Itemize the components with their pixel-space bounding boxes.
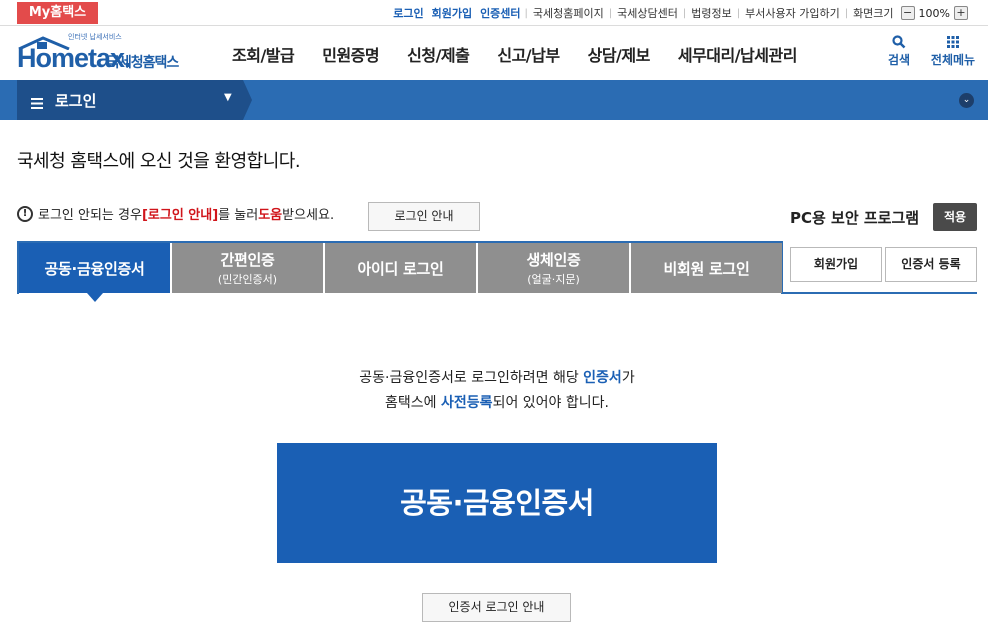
signup-link[interactable]: 회원가입 [428, 5, 476, 21]
pc-security-label: PC용 보안 프로그램 [790, 209, 920, 227]
nts-counsel-link[interactable]: 국세상담센터 [612, 5, 683, 21]
tab-joint-financial-cert[interactable]: 공동·금융인증서 [19, 243, 170, 293]
cert-login-guide-button[interactable]: 인증서 로그인 안내 [422, 593, 571, 622]
cert-center-link[interactable]: 인증센터 [476, 5, 524, 21]
description-text: 가 [621, 370, 635, 386]
utility-links: 로그인 회원가입 인증센터 | 국세청홈페이지 | 국세상담센터 | 법령정보 … [389, 0, 970, 26]
nav-inquiry-issue[interactable]: 조회/발급 [232, 42, 295, 66]
login-link[interactable]: 로그인 [389, 5, 427, 21]
header: 인터넷 납세서비스 Hometax. 국세청홈택스 조회/발급 민원증명 신청/… [0, 27, 988, 80]
all-menu-label: 전체메뉴 [930, 53, 976, 67]
welcome-heading: 국세청 홈택스에 오신 것을 환영합니다. [17, 151, 301, 172]
help-text: 도움 [258, 208, 283, 223]
grid-menu-icon [947, 36, 959, 48]
tab-label: 아이디 로그인 [357, 259, 444, 278]
cert-description: 공동·금융인증서로 로그인하려면 해당 인증서가 홈택스에 사전등록되어 있어야… [0, 366, 988, 416]
apply-button[interactable]: 적용 [933, 203, 977, 231]
dept-user-signup-link[interactable]: 부서사용자 가입하기 [740, 5, 845, 21]
description-text: 되어 있어야 합니다. [492, 395, 609, 411]
login-guide-button[interactable]: 로그인 안내 [368, 202, 480, 231]
all-menu-button[interactable]: 전체메뉴 [926, 35, 980, 68]
cert-login-button[interactable]: 공동·금융인증서 [277, 443, 717, 563]
tab-label: 공동·금융인증서 [44, 259, 145, 278]
logo-korean: 국세청홈택스 [107, 55, 179, 71]
tab-sublabel: (얼굴·지문) [527, 273, 580, 286]
login-notice: ! 로그인 안되는 경우 [로그인 안내] 를 눌러 도움 받으세요. [17, 204, 334, 223]
nav-tax-agent[interactable]: 세무대리/납세관리 [678, 42, 798, 66]
tab-simple-auth[interactable]: 간편인증 (민간인증서) [172, 243, 323, 293]
tab-label: 간편인증 [220, 251, 275, 269]
search-button[interactable]: 검색 [884, 35, 914, 68]
hometax-logo[interactable]: 인터넷 납세서비스 Hometax. 국세청홈택스 [17, 32, 202, 76]
my-hometax-button[interactable]: My홈택스 [17, 2, 98, 24]
notice-text: 를 눌러 [218, 208, 259, 223]
tab-sublabel: (민간인증서) [217, 273, 278, 286]
active-tab-pointer [87, 293, 103, 302]
nav-apply-submit[interactable]: 신청/제출 [407, 42, 470, 66]
zoom-in-button[interactable]: + [954, 6, 968, 20]
nav-counsel-report[interactable]: 상담/제보 [588, 42, 651, 66]
notice-text: 로그인 안되는 경우 [38, 208, 142, 223]
info-icon: ! [17, 205, 33, 222]
screen-size-label: 화면크기 [853, 7, 894, 20]
highlight-cert: 인증서 [583, 370, 622, 386]
description-line-2: 홈택스에 사전등록되어 있어야 합니다. [0, 391, 988, 416]
hamburger-icon[interactable] [31, 94, 43, 113]
tab-biometric[interactable]: 생체인증 (얼굴·지문) [478, 243, 629, 293]
search-icon [892, 35, 906, 49]
zoom-out-button[interactable]: − [900, 6, 915, 20]
login-tabs: 공동·금융인증서 간편인증 (민간인증서) 아이디 로그인 생체인증 (얼굴·지… [19, 243, 784, 293]
signup-button[interactable]: 회원가입 [790, 247, 882, 282]
nav-civil-certificate[interactable]: 민원증명 [322, 42, 379, 66]
zoom-level: 100% [918, 6, 950, 20]
tab-id-login[interactable]: 아이디 로그인 [325, 243, 476, 293]
tab-label: 비회원 로그인 [663, 259, 750, 278]
tab-label: 생체인증 [526, 251, 581, 269]
highlight-preregister: 사전등록 [441, 395, 493, 411]
cert-register-button[interactable]: 인증서 등록 [885, 247, 977, 282]
location-title: 로그인 [55, 92, 97, 110]
nts-homepage-link[interactable]: 국세청홈페이지 [528, 5, 609, 21]
search-label: 검색 [887, 53, 911, 67]
expand-circle-icon[interactable]: ⌄ [959, 93, 974, 108]
description-text: 공동·금융인증서로 로그인하려면 해당 [359, 370, 584, 386]
notice-text: 받으세요. [282, 208, 335, 223]
law-info-link[interactable]: 법령정보 [686, 5, 736, 21]
location-dark-segment [17, 80, 252, 120]
chevron-down-icon[interactable]: ▼ [224, 92, 232, 103]
description-text: 홈택스에 [385, 395, 442, 411]
tab-baseline [783, 292, 977, 294]
description-line-1: 공동·금융인증서로 로그인하려면 해당 인증서가 [0, 366, 988, 391]
location-bar: 로그인 ▼ ⌄ [0, 80, 988, 120]
global-nav: 조회/발급 민원증명 신청/제출 신고/납부 상담/제보 세무대리/납세관리 [232, 27, 825, 80]
login-guide-link[interactable]: [로그인 안내] [142, 204, 218, 223]
utility-bar: My홈택스 로그인 회원가입 인증센터 | 국세청홈페이지 | 국세상담센터 |… [0, 0, 988, 26]
nav-report-pay[interactable]: 신고/납부 [497, 42, 560, 66]
tab-nonmember-login[interactable]: 비회원 로그인 [631, 243, 782, 293]
